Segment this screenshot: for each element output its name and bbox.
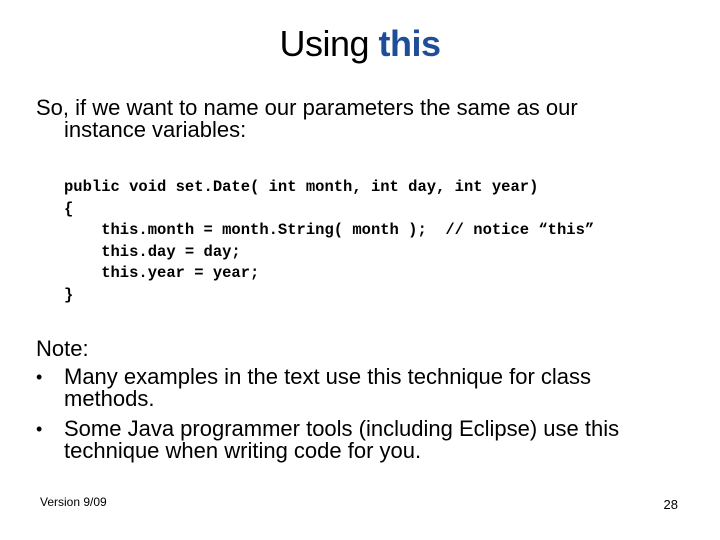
intro-line-2: instance variables: [64, 117, 247, 142]
bullet-icon: • [36, 419, 43, 439]
bullet-item: • Some Java programmer tools (including … [36, 418, 696, 462]
title-keyword: this [378, 23, 442, 64]
code-line: { [64, 199, 74, 218]
code-line: this.year = year; [64, 264, 260, 282]
title-prefix: Using [279, 23, 379, 64]
code-line: this.day = day; [64, 242, 241, 261]
bullet-item: • Many examples in the text use this tec… [36, 366, 696, 410]
footer-version: Version 9/09 [40, 495, 107, 509]
slide: Using this So, if we want to name our pa… [0, 0, 720, 540]
code-line: public void set.Date( int month, int day… [64, 178, 539, 196]
intro-paragraph: So, if we want to name our parameters th… [36, 97, 696, 141]
note-label: Note: [36, 336, 89, 361]
bullet-line-2: methods. [64, 386, 155, 411]
page-number: 28 [663, 497, 678, 512]
code-line: this.month = month.String( month ); // n… [64, 221, 595, 239]
code-block: public void set.Date( int month, int day… [64, 177, 594, 306]
bullet-icon: • [36, 367, 43, 387]
bullet-line-1: Many examples in the text use this techn… [64, 364, 592, 389]
code-line: } [64, 285, 74, 304]
bullet-line-1: Some Java programmer tools (including Ec… [64, 416, 620, 441]
note-bullet-list: • Many examples in the text use this tec… [36, 366, 696, 470]
bullet-line-2: technique when writing code for you. [64, 438, 422, 463]
slide-title: Using this [0, 22, 720, 66]
